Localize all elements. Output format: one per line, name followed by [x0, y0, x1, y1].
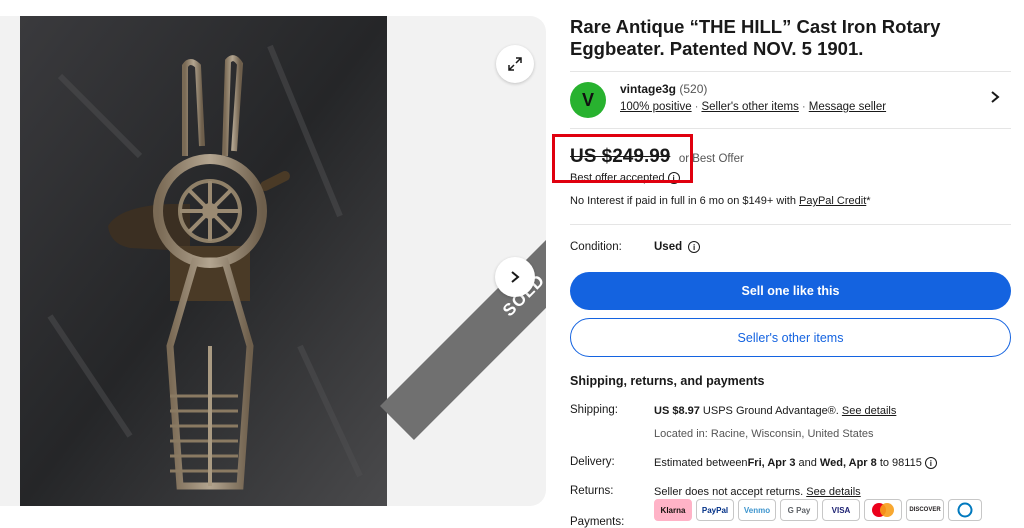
shipping-service: USPS Ground Advantage®. — [699, 405, 842, 417]
shipping-value: US $8.97 USPS Ground Advantage®. See det… — [654, 405, 896, 417]
shipping-heading: Shipping, returns, and payments — [570, 374, 765, 388]
financing-asterisk: * — [866, 195, 871, 207]
payment-methods: Klarna PayPal Venmo G Pay VISA DISCOVER — [654, 499, 982, 521]
seller-other-items-button[interactable]: Seller's other items — [570, 318, 1011, 357]
seller-avatar[interactable]: V — [570, 82, 606, 118]
delivery-zip: to 98115 — [876, 457, 922, 469]
condition-row: Condition: Used i — [570, 241, 701, 253]
seller-links: 100% positive · Seller's other items · Messa… — [620, 101, 887, 113]
returns-text: Seller does not accept returns. — [654, 486, 807, 498]
seller-other-items-link[interactable]: Seller's other items — [701, 101, 798, 113]
image-gallery: SOLD — [0, 16, 546, 506]
next-image-button[interactable] — [495, 257, 535, 297]
condition-value: Used — [654, 241, 683, 253]
discover-icon: DISCOVER — [906, 499, 944, 521]
info-icon[interactable]: i — [688, 241, 701, 253]
seller-card[interactable]: V vintage3g (520) 100% positive · Seller's… — [570, 71, 1011, 129]
visa-icon: VISA — [822, 499, 860, 521]
venmo-icon: Venmo — [738, 499, 776, 521]
mastercard-icon — [864, 499, 902, 521]
returns-label: Returns: — [570, 485, 614, 497]
seller-name[interactable]: vintage3g — [620, 82, 676, 96]
seller-items-label: Seller's other items — [737, 330, 844, 345]
item-details: Rare Antique “THE HILL” Cast Iron Rotary… — [570, 16, 1015, 528]
seller-info: vintage3g (520) — [620, 82, 707, 96]
delivery-prefix: Estimated between — [654, 457, 748, 469]
delivery-start: Fri, Apr 3 — [747, 457, 796, 469]
sell-one-like-this-button[interactable]: Sell one like this — [570, 272, 1011, 310]
listing-title: Rare Antique “THE HILL” Cast Iron Rotary… — [570, 16, 941, 59]
financing-text: No Interest if paid in full in 6 mo on $… — [570, 195, 871, 207]
positive-feedback-link[interactable]: 100% positive — [620, 101, 692, 113]
returns-details-link[interactable]: See details — [806, 486, 860, 498]
paypal-icon: PayPal — [696, 499, 734, 521]
expand-image-button[interactable] — [496, 45, 534, 83]
price-highlight-box — [552, 134, 693, 183]
shipping-label: Shipping: — [570, 404, 618, 416]
financing-copy: No Interest if paid in full in 6 mo on $… — [570, 195, 799, 207]
klarna-icon: Klarna — [654, 499, 692, 521]
chevron-right-icon[interactable] — [989, 90, 1001, 104]
item-location: Located in: Racine, Wisconsin, United St… — [654, 428, 874, 440]
expand-icon — [508, 57, 522, 71]
delivery-end: Wed, Apr 8 — [819, 457, 877, 469]
delivery-and: and — [795, 457, 820, 469]
info-icon[interactable]: i — [924, 457, 937, 469]
sell-one-label: Sell one like this — [741, 284, 840, 298]
diners-icon — [948, 499, 982, 521]
google-pay-icon: G Pay — [780, 499, 818, 521]
paypal-credit-link[interactable]: PayPal Credit — [799, 195, 866, 207]
shipping-cost: US $8.97 — [654, 405, 700, 417]
shipping-details-link[interactable]: See details — [842, 405, 896, 417]
returns-value: Seller does not accept returns. See deta… — [654, 486, 861, 498]
avatar-initial: V — [581, 89, 594, 110]
chevron-right-icon — [511, 271, 520, 283]
payments-label: Payments: — [570, 516, 625, 528]
message-seller-link[interactable]: Message seller — [809, 101, 886, 113]
divider — [570, 224, 1011, 225]
delivery-label: Delivery: — [570, 456, 615, 468]
delivery-value: Estimated between Fri, Apr 3 and Wed, Ap… — [654, 457, 937, 469]
listing-photo[interactable] — [20, 16, 387, 506]
seller-feedback-count: (520) — [679, 82, 708, 96]
condition-label: Condition: — [570, 241, 622, 253]
